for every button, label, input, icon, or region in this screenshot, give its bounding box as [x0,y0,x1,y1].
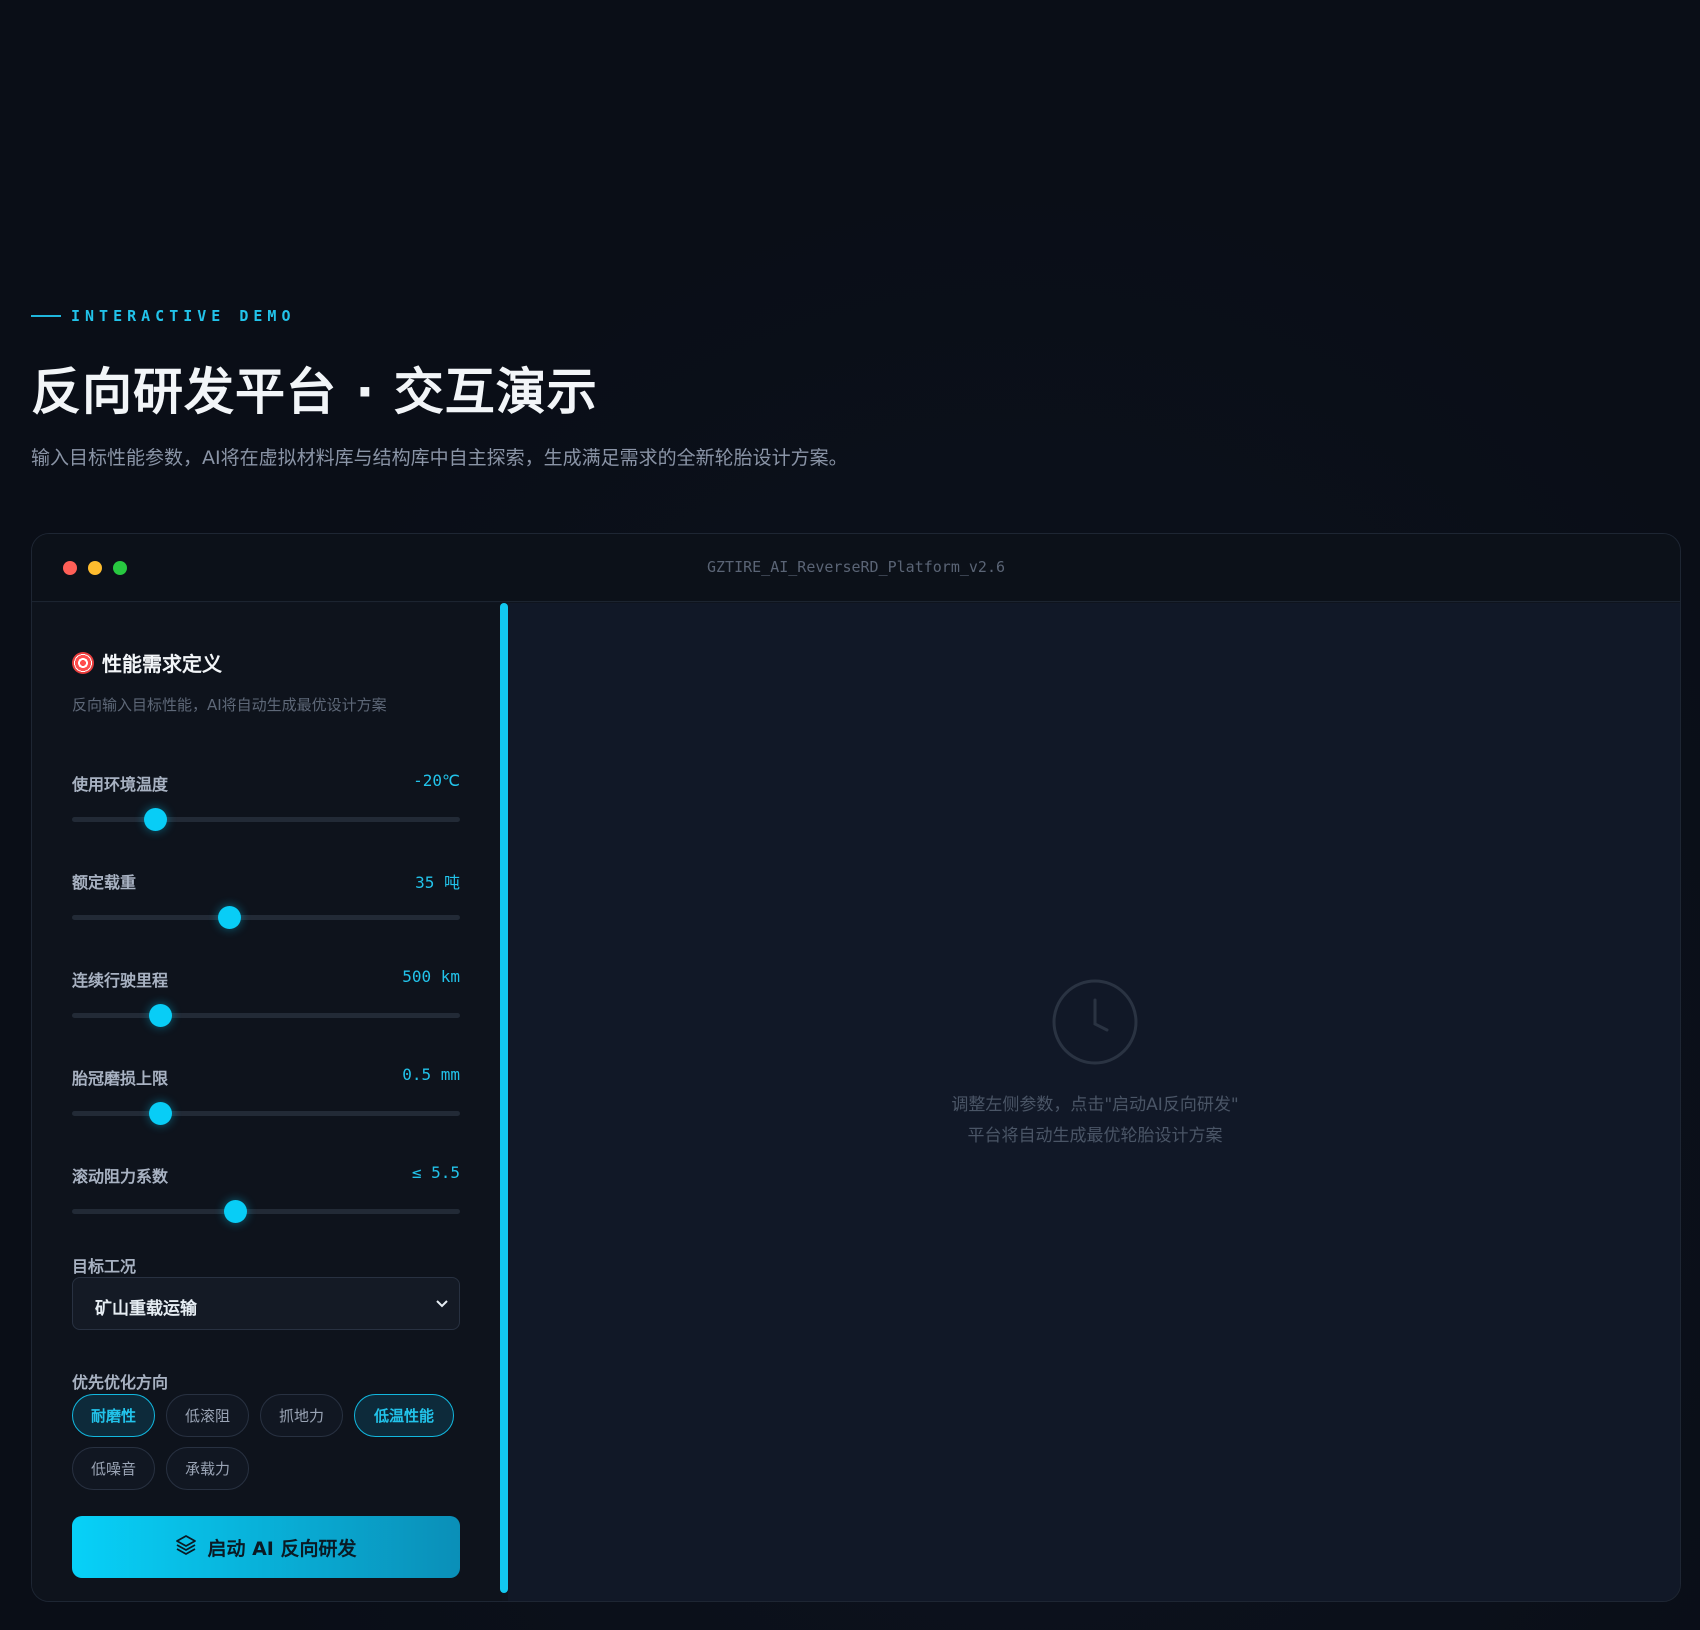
slider-track[interactable] [72,915,460,920]
eyebrow-line [31,315,61,317]
slider-wear: 胎冠磨损上限 0.5 mm [72,1065,460,1127]
panel-title: 性能需求定义 [102,652,222,676]
slider-thumb[interactable] [217,906,241,929]
layers-icon [175,1534,197,1560]
slider-track[interactable] [72,1209,460,1214]
window-titlebar: GZTIRE_AI_ReverseRD_Platform_v2.6 [32,534,1680,602]
slider-track[interactable] [72,1111,460,1116]
slider-track[interactable] [72,817,460,822]
panel-header: 性能需求定义 [72,648,222,677]
slider-temperature: 使用环境温度 -20℃ [72,771,460,833]
panel-divider [500,603,508,1593]
chip-low-noise[interactable]: 低噪音 [72,1447,155,1490]
results-placeholder: 调整左侧参数，点击"启动AI反向研发" 平台将自动生成最优轮胎设计方案 [508,978,1680,1146]
launch-button[interactable]: 启动 AI 反向研发 [72,1516,460,1578]
chip-low-temp[interactable]: 低温性能 [354,1394,454,1437]
app-window: GZTIRE_AI_ReverseRD_Platform_v2.6 性能需求定义… [31,533,1681,1602]
results-panel: 调整左侧参数，点击"启动AI反向研发" 平台将自动生成最优轮胎设计方案 [508,603,1680,1601]
requirements-panel: 性能需求定义 反向输入目标性能，AI将自动生成最优设计方案 使用环境温度 -20… [32,603,502,1601]
slider-value: 500 km [402,967,460,986]
target-icon [72,651,94,674]
eyebrow: INTERACTIVE DEMO [31,307,296,325]
slider-thumb[interactable] [148,1102,172,1125]
window-title: GZTIRE_AI_ReverseRD_Platform_v2.6 [706,558,1005,576]
slider-label: 胎冠磨损上限 [72,1069,169,1088]
slider-label: 使用环境温度 [72,775,169,794]
condition-selected-value: 矿山重载运输 [95,1299,197,1319]
slider-load: 额定载重 35 吨 [72,869,460,931]
slider-thumb[interactable] [144,808,168,831]
slider-track[interactable] [72,1013,460,1018]
slider-label: 连续行驶里程 [72,971,169,990]
clock-icon [1051,978,1139,1066]
slider-rolling-resistance: 滚动阻力系数 ≤ 5.5 [72,1163,460,1225]
chip-load-capacity[interactable]: 承载力 [166,1447,249,1490]
condition-select[interactable]: 矿山重载运输 [72,1277,460,1330]
condition-label: 目标工况 [72,1257,137,1276]
slider-label: 滚动阻力系数 [72,1167,169,1186]
priority-label: 优先优化方向 [72,1373,169,1392]
chevron-down-icon [435,1296,449,1314]
chip-wear-resistance[interactable]: 耐磨性 [72,1394,155,1437]
panel-description: 反向输入目标性能，AI将自动生成最优设计方案 [72,696,387,714]
placeholder-line-1: 调整左侧参数，点击"启动AI反向研发" [951,1095,1239,1115]
slider-mileage: 连续行驶里程 500 km [72,967,460,1029]
slider-thumb[interactable] [224,1200,248,1223]
launch-button-label: 启动 AI 反向研发 [207,1537,357,1560]
placeholder-line-2: 平台将自动生成最优轮胎设计方案 [967,1126,1223,1146]
chip-low-rolling[interactable]: 低滚阻 [166,1394,249,1437]
slider-value: -20℃ [413,771,460,790]
eyebrow-text: INTERACTIVE DEMO [71,307,296,325]
slider-value: ≤ 5.5 [411,1163,460,1182]
page-subtitle: 输入目标性能参数，AI将在虚拟材料库与结构库中自主探索，生成满足需求的全新轮胎设… [31,447,848,469]
slider-value: 0.5 mm [402,1065,460,1084]
slider-thumb[interactable] [148,1004,172,1027]
chip-grip[interactable]: 抓地力 [260,1394,343,1437]
page-title: 反向研发平台 · 交互演示 [31,363,598,421]
slider-label: 额定载重 [72,873,137,892]
slider-value: 35 吨 [415,873,460,892]
page: INTERACTIVE DEMO 反向研发平台 · 交互演示 输入目标性能参数，… [0,0,1700,1630]
